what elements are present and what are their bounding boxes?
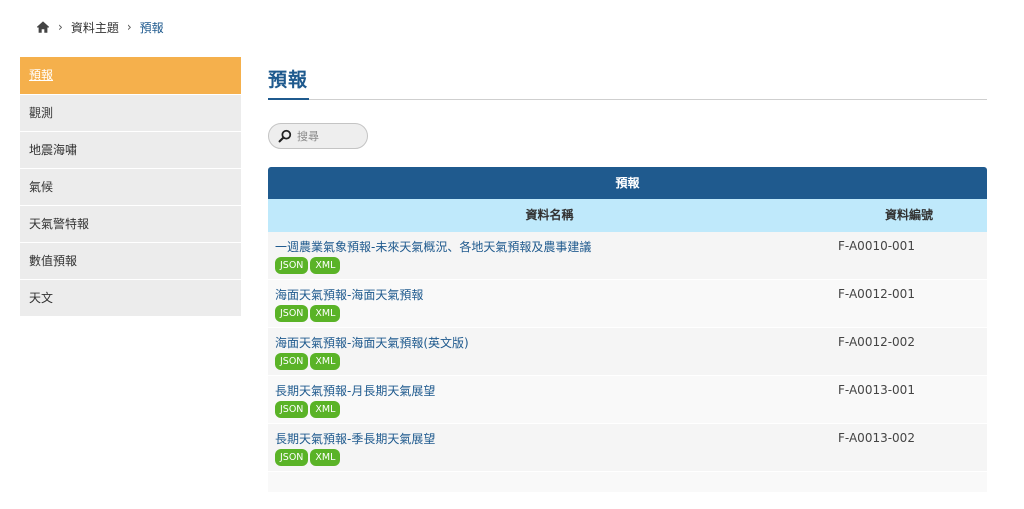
xml-button[interactable]: XML bbox=[310, 449, 341, 466]
dataset-link[interactable]: 海面天氣預報-海面天氣預報 bbox=[275, 287, 831, 303]
xml-button[interactable]: XML bbox=[310, 305, 341, 322]
json-button[interactable]: JSON bbox=[275, 257, 309, 274]
dataset-id: F-A0013-001 bbox=[838, 383, 915, 397]
sidebar-item-astronomy[interactable]: 天文 bbox=[20, 280, 241, 317]
home-icon[interactable] bbox=[36, 20, 50, 34]
dataset-id: F-A0012-002 bbox=[838, 335, 915, 349]
title-divider bbox=[268, 98, 987, 100]
sidebar-item-observation[interactable]: 觀測 bbox=[20, 95, 241, 132]
breadcrumb-separator-icon: › bbox=[126, 20, 132, 34]
column-header-data-name: 資料名稱 bbox=[525, 208, 574, 222]
table-row: 海面天氣預報-海面天氣預報 JSON XML F-A0012-001 bbox=[268, 280, 987, 328]
sidebar-item-numerical-forecast[interactable]: 數值預報 bbox=[20, 243, 241, 280]
table-row: 海面天氣預報-海面天氣預報(英文版) JSON XML F-A0012-002 bbox=[268, 328, 987, 376]
sidebar-item-forecast[interactable]: 預報 bbox=[20, 57, 241, 95]
breadcrumb: › 資料主題 › 預報 bbox=[36, 18, 164, 36]
json-button[interactable]: JSON bbox=[275, 401, 309, 418]
xml-button[interactable]: XML bbox=[310, 257, 341, 274]
sidebar-item-weather-warnings[interactable]: 天氣警特報 bbox=[20, 206, 241, 243]
data-table: 預報 資料名稱 資料編號 一週農業氣象預報-未來天氣概況、各地天氣預報及農事建議… bbox=[268, 167, 987, 492]
dataset-id: F-A0012-001 bbox=[838, 287, 915, 301]
search-icon bbox=[278, 129, 292, 143]
search-box[interactable] bbox=[268, 123, 368, 149]
breadcrumb-item-current: 預報 bbox=[139, 20, 164, 35]
xml-button[interactable]: XML bbox=[310, 353, 341, 370]
breadcrumb-item-data-topics[interactable]: 資料主題 bbox=[71, 19, 119, 36]
dataset-link[interactable]: 一週農業氣象預報-未來天氣概況、各地天氣預報及農事建議 bbox=[275, 239, 831, 255]
sidebar-item-earthquake-tsunami[interactable]: 地震海嘯 bbox=[20, 132, 241, 169]
json-button[interactable]: JSON bbox=[275, 305, 309, 322]
dataset-link[interactable]: 長期天氣預報-月長期天氣展望 bbox=[275, 383, 831, 399]
column-header-data-id: 資料編號 bbox=[884, 208, 933, 222]
json-button[interactable]: JSON bbox=[275, 449, 309, 466]
dataset-id: F-A0013-002 bbox=[838, 431, 915, 445]
table-column-header-row: 資料名稱 資料編號 bbox=[268, 199, 987, 232]
dataset-id: F-A0010-001 bbox=[838, 239, 915, 253]
table-footer-spacer bbox=[268, 472, 987, 492]
dataset-link[interactable]: 長期天氣預報-季長期天氣展望 bbox=[275, 431, 831, 447]
search-input[interactable] bbox=[297, 129, 357, 143]
page-title: 預報 bbox=[268, 69, 309, 91]
table-row: 長期天氣預報-月長期天氣展望 JSON XML F-A0013-001 bbox=[268, 376, 987, 424]
breadcrumb-separator-icon: › bbox=[58, 20, 63, 34]
dataset-link[interactable]: 海面天氣預報-海面天氣預報(英文版) bbox=[275, 335, 831, 351]
table-group-header: 預報 bbox=[268, 167, 987, 199]
sidebar: 預報 觀測 地震海嘯 氣候 天氣警特報 數值預報 天文 bbox=[20, 57, 241, 317]
table-row: 長期天氣預報-季長期天氣展望 JSON XML F-A0013-002 bbox=[268, 424, 987, 472]
table-row: 一週農業氣象預報-未來天氣概況、各地天氣預報及農事建議 JSON XML F-A… bbox=[268, 232, 987, 280]
xml-button[interactable]: XML bbox=[310, 401, 341, 418]
sidebar-item-climate[interactable]: 氣候 bbox=[20, 169, 241, 206]
json-button[interactable]: JSON bbox=[275, 353, 309, 370]
